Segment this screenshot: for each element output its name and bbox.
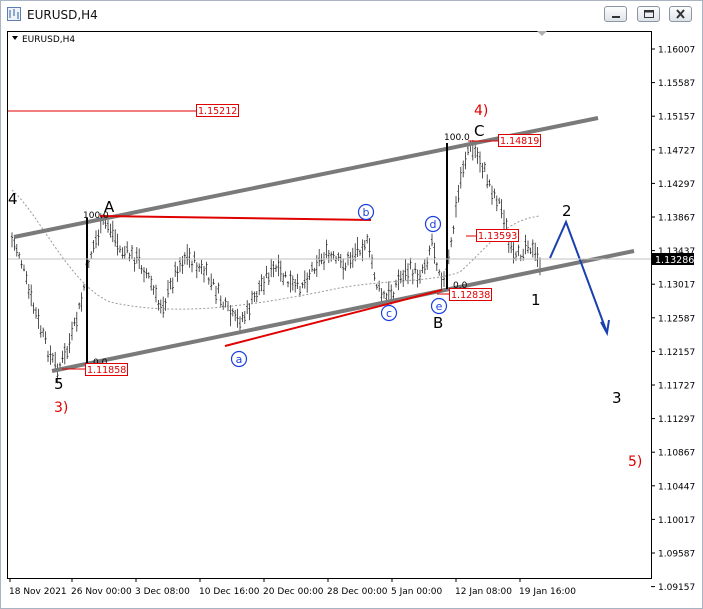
price-chart[interactable]: 1.16007 1.15587 1.15157 1.14727 1.14297 1.138… xyxy=(0,0,703,609)
level-label-114819: 1.14819 xyxy=(500,136,539,147)
current-price-label: 1.13286 xyxy=(655,255,694,266)
wave-label-4-red: 4) xyxy=(474,103,488,119)
symbol-label: EURUSD,H4 xyxy=(22,35,75,45)
x-tick-label: 20 Dec 00:00 xyxy=(263,587,324,597)
y-tick-label: 1.13017 xyxy=(658,281,695,291)
y-tick-label: 1.14727 xyxy=(658,146,695,156)
circle-d-label: d xyxy=(430,218,437,231)
x-tick-label: 5 Jan 00:00 xyxy=(391,587,443,597)
x-tick-label: 10 Dec 16:00 xyxy=(199,587,260,597)
y-tick-label: 1.10867 xyxy=(658,449,695,459)
y-tick-label: 1.09157 xyxy=(658,583,695,593)
wave-label-5: 5 xyxy=(54,375,64,393)
plot-area xyxy=(7,31,652,579)
wave-label-5-red: 5) xyxy=(628,454,642,470)
y-tick-label: 1.12587 xyxy=(658,314,695,324)
x-tick-label: 12 Jan 08:00 xyxy=(455,587,512,597)
x-tick-label: 28 Dec 00:00 xyxy=(327,587,388,597)
y-tick-label: 1.12157 xyxy=(658,348,695,358)
y-tick-label: 1.16007 xyxy=(658,46,695,56)
y-tick-label: 1.10447 xyxy=(658,482,695,492)
y-tick-label: 1.11727 xyxy=(658,382,695,392)
circle-b-label: b xyxy=(363,206,370,219)
y-tick-label: 1.09587 xyxy=(658,550,695,560)
y-tick-label: 1.10017 xyxy=(658,516,695,526)
x-tick-label: 19 Jan 16:00 xyxy=(519,587,576,597)
x-tick-label: 26 Nov 00:00 xyxy=(71,587,132,597)
wave-label-3: 3 xyxy=(612,389,622,407)
circle-c-label: c xyxy=(386,307,392,320)
y-tick-label: 1.15587 xyxy=(658,79,695,89)
circle-a-label: a xyxy=(236,353,243,366)
wave-label-B: B xyxy=(433,314,443,332)
x-tick-label: 3 Dec 08:00 xyxy=(135,587,190,597)
wave-label-A: A xyxy=(104,198,115,216)
wave-label-3-red: 3) xyxy=(54,400,68,416)
wave-label-4: 4 xyxy=(8,190,18,208)
wave-label-1: 1 xyxy=(531,291,541,309)
level-label-115212: 1.15212 xyxy=(198,106,237,117)
y-tick-label: 1.11297 xyxy=(658,415,695,425)
wave-label-C: C xyxy=(474,122,484,140)
wave-label-2: 2 xyxy=(562,202,572,220)
level-label-113593: 1.13593 xyxy=(478,231,517,242)
fib-label-100-b: 100.0 xyxy=(444,133,470,143)
y-tick-label: 1.14297 xyxy=(658,180,695,190)
x-tick-label: 18 Nov 2021 xyxy=(9,587,67,597)
y-tick-label: 1.15157 xyxy=(658,113,695,123)
level-label-111858: 1.11858 xyxy=(87,365,126,376)
y-tick-label: 1.13867 xyxy=(658,214,695,224)
level-label-112838: 1.12838 xyxy=(451,290,490,301)
circle-e-label: e xyxy=(436,300,443,313)
